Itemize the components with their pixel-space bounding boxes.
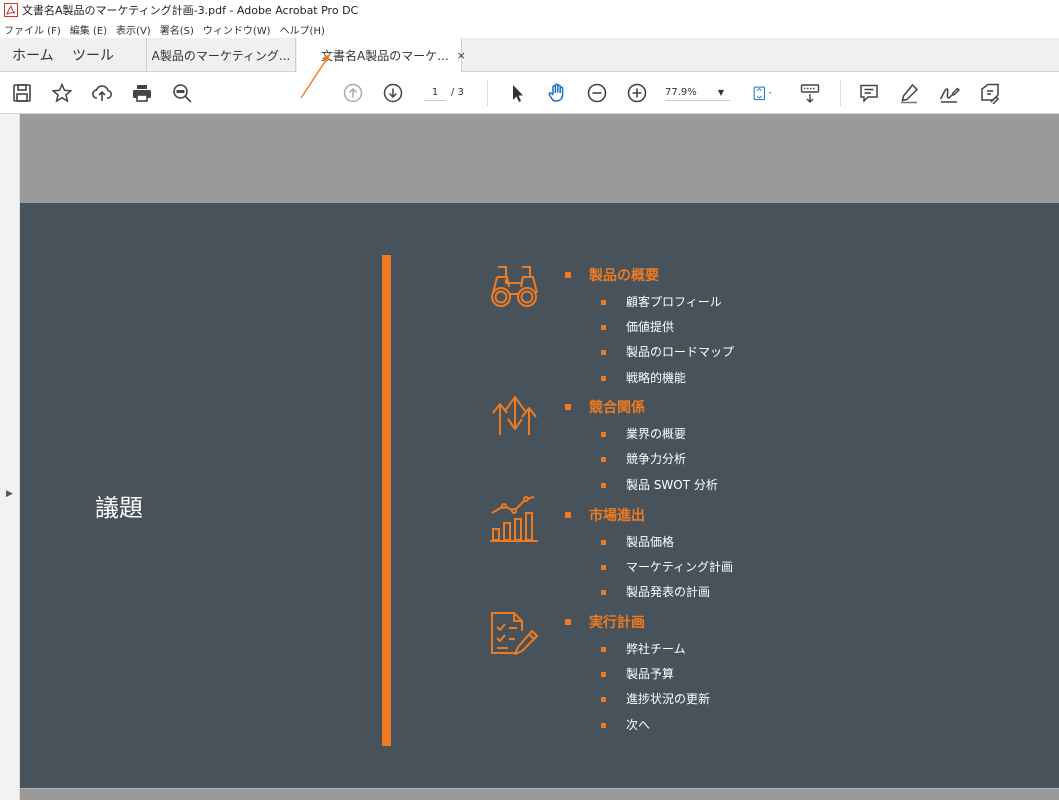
slide-title: 議題 [95,494,143,522]
section-bullet [565,404,571,410]
item-bullet [601,483,606,488]
toolbar-divider [487,80,488,106]
agenda-item: 製品のロードマップ [626,345,735,359]
toolbar: 1 / 3 77.9% ▼ [0,53,1059,114]
menu-help[interactable]: ヘルプ(H) [280,22,325,37]
accent-bar [382,255,391,746]
stamp-icon[interactable] [977,81,1001,105]
agenda-item: マーケティング計画 [626,560,734,574]
tab-document-1-label: A製品のマーケティング... [151,48,291,63]
growth-arrows-icon [492,396,537,435]
agenda-item: 次へ [626,718,651,732]
agenda-item: 製品価格 [626,535,675,549]
agenda-item: 製品発表の計画 [626,585,711,599]
chevron-right-icon: ▶ [6,489,13,499]
menu-file[interactable]: ファイル (F) [4,22,61,37]
item-bullet [601,590,606,595]
highlight-icon[interactable] [897,81,921,105]
zoom-value: 77.9% [665,87,697,98]
hand-icon[interactable] [545,81,569,105]
toolbar-divider [840,80,841,106]
arrow-up-icon[interactable] [341,81,365,105]
section-title: 実行計画 [589,615,645,631]
print-icon[interactable] [130,81,154,105]
section-bullet [565,619,571,625]
item-bullet [601,350,606,355]
tab-document-2-label: 文書名A製品のマーケ... [321,49,449,63]
menu-view[interactable]: 表示(V) [116,22,151,37]
agenda-item: 製品 SWOT 分析 [626,478,718,492]
item-bullet [601,723,606,728]
tab-close-icon[interactable]: × [457,49,466,62]
agenda-item: 弊社チーム [626,642,686,656]
tab-document-1[interactable]: A製品のマーケティング... [146,38,296,72]
title-bar: 文書名A製品のマーケティング計画-3.pdf - Adobe Acrobat P… [0,0,1059,20]
menu-bar: ファイル (F) 編集 (E) 表示(V) 署名(S) ウィンドウ(W) ヘルプ… [0,20,1059,38]
section-bullet [565,512,571,518]
chevron-down-icon: ▼ [717,88,724,97]
binoculars-icon [491,266,538,307]
tab-home[interactable]: ホーム [12,38,54,72]
section-title: 市場進出 [589,508,645,524]
item-bullet [601,376,606,381]
arrow-down-icon[interactable] [381,81,405,105]
save-icon[interactable] [10,81,34,105]
item-bullet [601,540,606,545]
document-viewer: 議題 製品の概要 顧客プロフィール 価値提供 製品のロードマップ 戦略的機能 競… [20,114,1059,800]
next-page-edge [20,788,1059,800]
menu-edit[interactable]: 編集 (E) [70,22,107,37]
agenda-item: 業界の概要 [626,427,687,441]
item-bullet [601,457,606,462]
sign-icon[interactable] [937,81,961,105]
navigation-pane-toggle[interactable]: ▶ [0,114,20,800]
window-title: 文書名A製品のマーケティング計画-3.pdf - Adobe Acrobat P… [22,4,359,17]
agenda-item: 競争力分析 [626,452,687,466]
item-bullet [601,432,606,437]
cloud-upload-icon[interactable] [90,81,114,105]
section-title: 競合関係 [589,400,645,416]
zoom-out-icon[interactable] [585,81,609,105]
item-bullet [601,565,606,570]
agenda-item: 顧客プロフィール [626,295,722,309]
item-bullet [601,647,606,652]
slide-page: 議題 製品の概要 顧客プロフィール 価値提供 製品のロードマップ 戦略的機能 競… [20,203,1059,788]
agenda-item: 価値提供 [626,320,675,334]
comment-icon[interactable] [857,81,881,105]
tab-tools[interactable]: ツール [72,38,114,72]
acrobat-pdf-icon [4,3,18,17]
item-bullet [601,300,606,305]
cursor-icon[interactable] [505,81,529,105]
star-icon[interactable] [50,81,74,105]
page-total: / 3 [451,87,464,98]
page-fit-icon[interactable] [748,81,778,105]
section-bullet [565,272,571,278]
item-bullet [601,325,606,330]
zoom-in-icon[interactable] [625,81,649,105]
menu-window[interactable]: ウィンドウ(W) [203,22,271,37]
tab-bar: ホーム ツール A製品のマーケティング... 文書名A製品のマーケ... × [0,38,1059,73]
checklist-pen-icon [491,612,538,655]
annotation-arrow-icon [300,53,331,99]
menu-sign[interactable]: 署名(S) [160,22,194,37]
item-bullet [601,697,606,702]
page-number-input[interactable]: 1 [424,85,446,101]
zoom-dropdown[interactable]: 77.9% ▼ [665,85,730,101]
bar-chart-trend-icon [490,496,538,542]
agenda-item: 進捗状況の更新 [626,692,711,706]
item-bullet [601,672,606,677]
search-icon[interactable] [170,81,194,105]
scroll-icon[interactable] [798,81,822,105]
agenda-item: 製品予算 [626,667,675,681]
agenda-item: 戦略的機能 [626,371,687,385]
section-title: 製品の概要 [589,268,659,284]
